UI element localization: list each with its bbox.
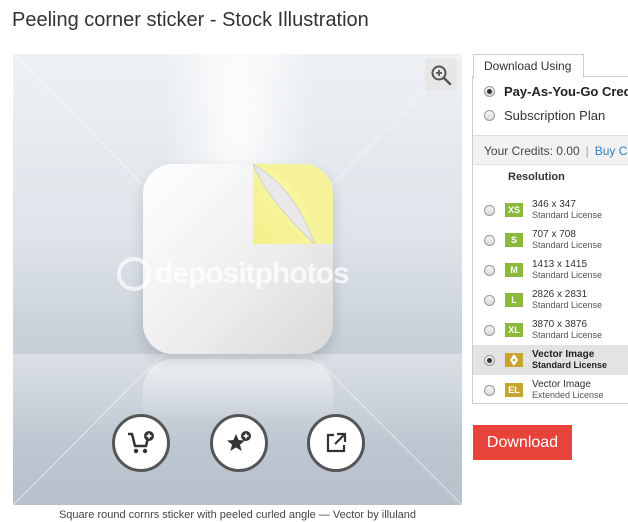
radio-vector-standard[interactable] [484, 354, 495, 366]
radio-xl[interactable] [484, 324, 495, 336]
resolution-row-l[interactable]: L 2826 x 2831 Standard License [473, 285, 628, 315]
sticker-reflection [143, 359, 333, 419]
resolution-size: 346 x 347 [532, 199, 576, 210]
cart-plus-icon [128, 431, 154, 454]
tab-download-using[interactable]: Download Using [473, 54, 584, 78]
radio-s[interactable] [484, 234, 495, 246]
page-title: Peeling corner sticker - Stock Illustrat… [12, 9, 369, 31]
add-to-favorites-button[interactable] [210, 414, 268, 472]
add-to-cart-button[interactable] [112, 414, 170, 472]
resolution-row-xl[interactable]: XL 3870 x 3876 Standard License [473, 315, 628, 345]
resolution-row-s[interactable]: S 707 x 708 Standard License [473, 225, 628, 255]
size-badge: XL [505, 323, 523, 337]
license-type: Extended License [532, 390, 604, 400]
zoom-in-icon [431, 65, 452, 86]
license-type: Standard License [532, 330, 603, 340]
buy-credits-link[interactable]: Buy Credits [595, 144, 628, 158]
radio-vector-extended[interactable] [484, 384, 495, 396]
radio-m[interactable] [484, 264, 495, 276]
size-badge: S [505, 233, 523, 247]
license-type: Standard License [532, 240, 603, 250]
size-badge: M [505, 263, 523, 277]
download-button[interactable]: Download [473, 425, 572, 460]
radio-xs[interactable] [484, 204, 495, 216]
credits-label: Your Credits: 0.00 [484, 144, 580, 158]
license-type: Standard License [532, 210, 603, 220]
watermark: depositphotos [117, 254, 357, 294]
resolution-header: Resolution [508, 171, 565, 183]
resolution-row-xs[interactable]: XS 346 x 347 Standard License [473, 195, 628, 225]
credits-separator: | [585, 144, 589, 158]
resolution-row-vector-standard[interactable]: Vector Image Standard License [473, 345, 628, 375]
vector-pen-badge [505, 353, 523, 367]
size-badge: XS [505, 203, 523, 217]
license-type: Standard License [532, 270, 603, 280]
resolution-size: 2826 x 2831 [532, 289, 588, 300]
radio-l[interactable] [484, 294, 495, 306]
option-subscription-plan[interactable]: Subscription Plan [484, 108, 605, 123]
resolution-row-m[interactable]: M 1413 x 1415 Standard License [473, 255, 628, 285]
license-type: Standard License [532, 300, 603, 310]
image-caption: Square round cornrs sticker with peeled … [58, 509, 417, 521]
resolution-row-vector-extended[interactable]: EL Vector Image Extended License [473, 375, 628, 405]
watermark-text: depositphotos [155, 257, 350, 290]
resolution-size: 1413 x 1415 [532, 259, 588, 270]
depositphotos-logo-icon [117, 257, 151, 291]
resolution-size: 3870 x 3876 [532, 319, 588, 330]
resolution-size: Vector Image [532, 379, 591, 390]
radio-subscription-plan[interactable] [484, 110, 495, 121]
option-label: Subscription Plan [504, 108, 606, 123]
credits-bar: Your Credits: 0.00 | Buy Credits [473, 135, 628, 165]
size-badge: EL [505, 383, 523, 397]
peeled-curl [253, 164, 333, 244]
share-external-icon [326, 432, 347, 453]
option-pay-as-you-go[interactable]: Pay-As-You-Go Credits [484, 84, 628, 99]
zoom-in-button[interactable] [425, 59, 457, 91]
star-plus-icon [227, 431, 251, 451]
resolution-size: 707 x 708 [532, 229, 576, 240]
option-label: Pay-As-You-Go Credits [504, 84, 628, 99]
size-badge: L [505, 293, 523, 307]
resolution-size: Vector Image [532, 349, 595, 360]
radio-pay-as-you-go[interactable] [484, 86, 495, 97]
pen-nib-icon [510, 354, 518, 366]
share-button[interactable] [307, 414, 365, 472]
license-type: Standard License [532, 360, 608, 370]
